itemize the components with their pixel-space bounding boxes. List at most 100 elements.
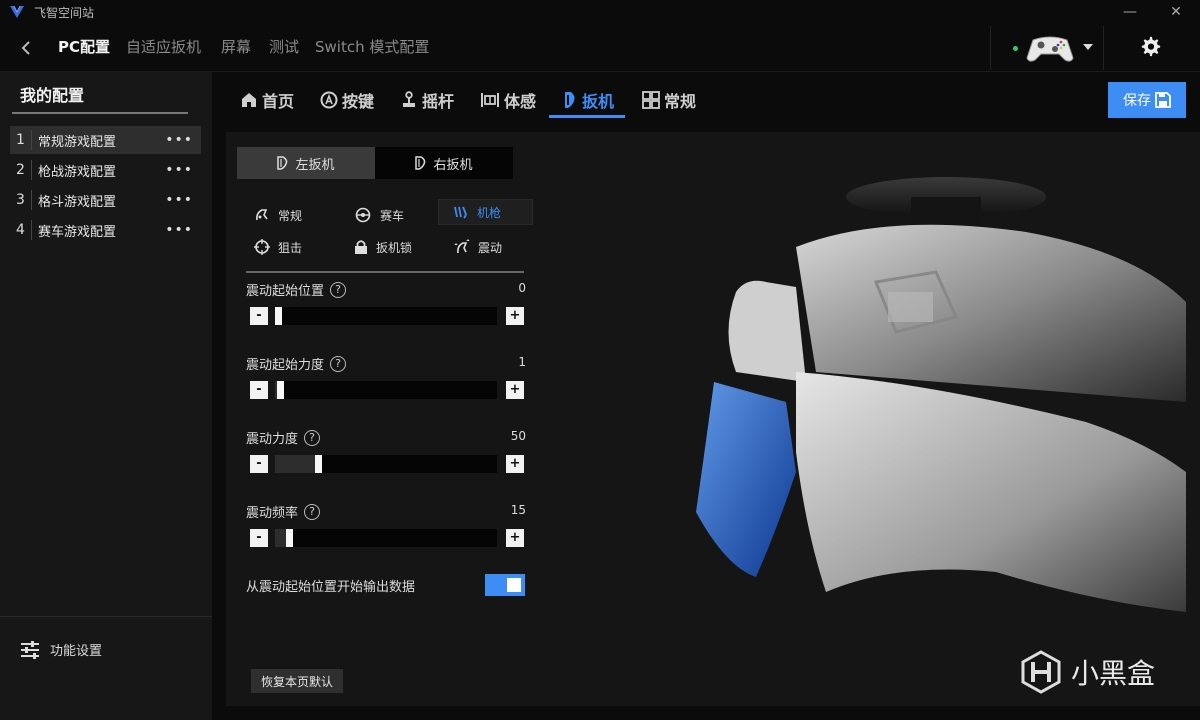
config-name: 赛车游戏配置 [38,224,117,240]
tab-trigger[interactable]: 扳机 [562,82,614,118]
back-button[interactable] [14,34,38,62]
slider-label-text: 震动力度 [246,432,299,447]
mode-racing[interactable]: 赛车 [354,202,404,228]
device-selector[interactable] [990,26,1104,70]
topnav-screen[interactable]: 屏幕 [221,36,251,57]
vibration-start-force-value: 1 [518,355,526,369]
decrement-button[interactable]: - [250,307,268,325]
slider-fill [275,529,287,547]
right-trigger-button[interactable]: 右扳机 [375,147,513,179]
slider-track[interactable] [275,455,497,473]
config-number: 2 [10,160,32,180]
watermark-text: 小黑盒 [1071,657,1156,690]
trigger-icon [565,92,575,108]
chevron-left-icon [21,41,30,55]
increment-button[interactable]: + [506,455,524,473]
tab-general[interactable]: 常规 [642,82,696,118]
top-navigation: PC配置 自适应扳机 屏幕 测试 Switch 模式配置 [0,24,1200,72]
machine-gun-icon [454,206,467,219]
tab-buttons[interactable]: 按键 [320,82,374,118]
config-number: 1 [10,130,32,150]
config-name: 枪战游戏配置 [38,164,117,180]
tab-label: 扳机 [582,92,615,111]
restore-defaults-button[interactable]: 恢复本页默认 [251,669,343,693]
slider-thumb[interactable] [277,381,285,399]
increment-button[interactable]: + [506,381,524,399]
output-from-start-toggle[interactable] [485,574,525,596]
vibration-start-force-label: 震动起始力度 ? [246,354,347,373]
decrement-button[interactable]: - [250,455,268,473]
vibration-strength-label: 震动力度 ? [246,428,321,447]
vibration-strength-slider: - + [250,455,524,473]
decrement-button[interactable]: - [250,381,268,399]
more-options-button[interactable]: ••• [165,132,193,148]
function-settings-label: 功能设置 [50,644,103,659]
function-settings-button[interactable]: 功能设置 [20,640,102,659]
trigger-selector: 左扳机 右扳机 [237,147,515,179]
save-label: 保存 [1123,93,1151,109]
left-trigger-button[interactable]: 左扳机 [237,147,375,179]
tab-motion[interactable]: 体感 [480,82,536,118]
mode-normal[interactable]: 常规 [254,202,302,228]
help-icon[interactable]: ? [304,503,321,520]
slider-track[interactable] [275,307,497,325]
config-item-1[interactable]: 1 常规游戏配置 ••• [10,126,201,154]
slider-thumb[interactable] [275,307,282,325]
mode-trigger-lock[interactable]: 扳机锁 [354,234,412,260]
tab-joystick[interactable]: 摇杆 [400,82,454,118]
config-number: 4 [10,220,32,240]
tab-home[interactable]: 首页 [240,82,294,118]
gamepad-icon [1026,36,1074,62]
save-button[interactable]: 保存 [1108,82,1186,118]
topnav-pc-config[interactable]: PC配置 [58,36,110,57]
increment-button[interactable]: + [506,529,524,547]
config-item-4[interactable]: 4 赛车游戏配置 ••• [10,216,201,244]
vibration-start-position-slider: - + [250,307,524,325]
watermark: 小黑盒 [1021,650,1155,694]
right-trigger-label: 右扳机 [433,157,473,173]
more-options-button[interactable]: ••• [165,162,193,178]
button-a-icon [320,91,338,109]
topnav-test[interactable]: 测试 [269,36,299,57]
mode-sniper[interactable]: 狙击 [254,234,302,260]
mode-vibration[interactable]: 震动 [454,234,502,260]
increment-button[interactable]: + [506,307,524,325]
tab-label: 体感 [504,92,537,111]
crosshair-icon [254,239,270,255]
slider-label-text: 震动起始力度 [246,358,325,373]
controller-trigger-render [696,177,1186,612]
slider-track[interactable] [275,381,497,399]
heybox-logo-icon [1021,650,1061,694]
minimize-button[interactable]: — [1110,0,1150,24]
mode-machine-gun[interactable]: 机枪 [438,199,533,225]
config-item-3[interactable]: 3 格斗游戏配置 ••• [10,186,201,214]
topnav-adaptive-trigger[interactable]: 自适应扳机 [126,36,201,57]
mode-label: 狙击 [278,240,303,255]
trigger-settings-panel: 左扳机 右扳机 常规 赛车 机枪 狙击 扳机锁 震动 震动起始位置 ? 0 - [226,132,1200,706]
help-icon[interactable]: ? [330,281,347,298]
slider-label-text: 震动起始位置 [246,284,325,299]
topnav-switch-mode-config[interactable]: Switch 模式配置 [315,36,429,57]
config-item-2[interactable]: 2 枪战游戏配置 ••• [10,156,201,184]
gear-icon [1141,36,1161,57]
config-number: 3 [10,190,32,210]
more-options-button[interactable]: ••• [165,192,193,208]
slider-thumb[interactable] [314,455,322,473]
help-icon[interactable]: ? [304,429,321,446]
racing-icon [355,207,371,223]
help-icon[interactable]: ? [330,355,347,372]
slider-label-text: 震动频率 [246,506,299,521]
main-tabs: 首页 按键 摇杆 体感 扳机 常规 保存 [212,72,1200,122]
connection-status-indicator [1013,46,1018,51]
mode-label: 常规 [278,208,303,223]
close-window-button[interactable]: ✕ [1156,0,1196,24]
slider-thumb[interactable] [286,529,294,547]
settings-button[interactable] [1140,36,1168,60]
decrement-button[interactable]: - [250,529,268,547]
grid-icon [642,91,660,109]
lock-icon [355,240,367,254]
tab-label: 按键 [342,92,375,111]
config-name: 常规游戏配置 [38,134,117,150]
slider-track[interactable] [275,529,497,547]
more-options-button[interactable]: ••• [165,222,193,238]
